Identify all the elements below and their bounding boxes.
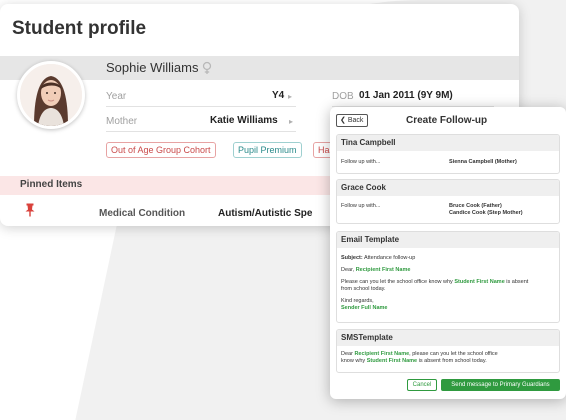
email-subject[interactable]: Subject: Attendance follow-up (341, 255, 415, 262)
year-value: Y4 (272, 90, 285, 101)
person-name: Sienna Campbell (Mother) (449, 159, 517, 165)
medical-condition-label: Medical Condition (99, 208, 186, 219)
student-token: Student First Name (454, 279, 505, 285)
page-title: Student profile (12, 18, 147, 39)
sender-token: Sender Full Name (341, 305, 388, 311)
follow-up-label: Follow up with... (341, 203, 381, 209)
email-body: Please can you let the school office kno… (341, 279, 555, 293)
student-photo (17, 61, 85, 129)
create-follow-up-modal: ❮ Back Create Follow-up Tina Campbell Fo… (330, 107, 566, 399)
back-label: Back (347, 117, 364, 124)
recipient-token: Recipient First Name (355, 267, 411, 273)
contact-section: Tina Campbell Follow up with... Sienna C… (336, 134, 560, 174)
recipient-token: Recipient First Name (354, 351, 410, 357)
contact-name: Grace Cook (337, 180, 559, 196)
tag-pupil-premium: Pupil Premium (233, 142, 302, 158)
caret-right-icon[interactable]: ▸ (289, 117, 293, 126)
contact-section: Grace Cook Follow up with... Bruce Cook … (336, 179, 560, 224)
year-label: Year (106, 91, 127, 102)
subject-label: Subject: (341, 255, 363, 261)
follow-up-person[interactable]: Candice Cook (Step Mother) (449, 210, 523, 217)
dob-label: DOB (332, 91, 354, 102)
contact-name: Tina Campbell (337, 135, 559, 151)
sms-text: Dear (341, 351, 353, 357)
divider (106, 131, 296, 132)
sms-template-section: SMSTemplate Dear Recipient First Name, p… (336, 329, 560, 373)
email-signoff: Kind regards, Sender Full Name (341, 298, 387, 312)
email-body-text: Please can you let the school office kno… (341, 279, 453, 285)
follow-up-person[interactable]: Sienna Campbell (Mother) (449, 159, 517, 166)
avatar-image (20, 64, 82, 126)
mother-value: Katie Williams (210, 115, 278, 126)
sms-text: , please can you let the school office (409, 351, 498, 357)
regards-text: Kind regards, (341, 298, 374, 304)
email-template-heading: Email Template (337, 232, 559, 248)
tag-out-of-age-group: Out of Age Group Cohort (106, 142, 216, 158)
female-gender-icon (202, 61, 212, 74)
dob-value: 01 Jan 2011 (9Y 9M) (359, 90, 453, 101)
email-template-section: Email Template Subject: Attendance follo… (336, 231, 560, 323)
dear-text: Dear, (341, 267, 355, 273)
modal-title: Create Follow-up (406, 115, 488, 126)
back-button[interactable]: ❮ Back (336, 114, 368, 127)
follow-up-person[interactable]: Bruce Cook (Father) (449, 203, 502, 210)
email-body-text: is absent (506, 279, 529, 285)
sms-template-heading: SMSTemplate (337, 330, 559, 346)
send-message-button[interactable]: Send message to Primary Guardians (441, 379, 560, 391)
divider (106, 106, 296, 107)
sms-text: know why (341, 358, 366, 364)
subject-value: Attendance follow-up (363, 255, 416, 261)
email-body-text: from school today. (341, 286, 386, 292)
sms-text: is absent from school today. (418, 358, 487, 364)
follow-up-label: Follow up with... (341, 159, 381, 165)
pinned-items-label: Pinned Items (20, 179, 83, 190)
caret-right-icon[interactable]: ▸ (288, 92, 292, 101)
back-chevron-icon: ❮ (340, 117, 346, 124)
sms-body[interactable]: Dear Recipient First Name, please can yo… (341, 351, 555, 365)
mother-label: Mother (106, 116, 138, 127)
email-greeting: Dear, Recipient First Name (341, 267, 410, 274)
student-name: Sophie Williams (106, 60, 199, 75)
cancel-button[interactable]: Cancel (407, 379, 437, 391)
medical-condition-value: Autism/Autistic Spe (218, 208, 313, 219)
student-token: Student First Name (366, 358, 418, 364)
pin-icon[interactable] (24, 203, 36, 217)
